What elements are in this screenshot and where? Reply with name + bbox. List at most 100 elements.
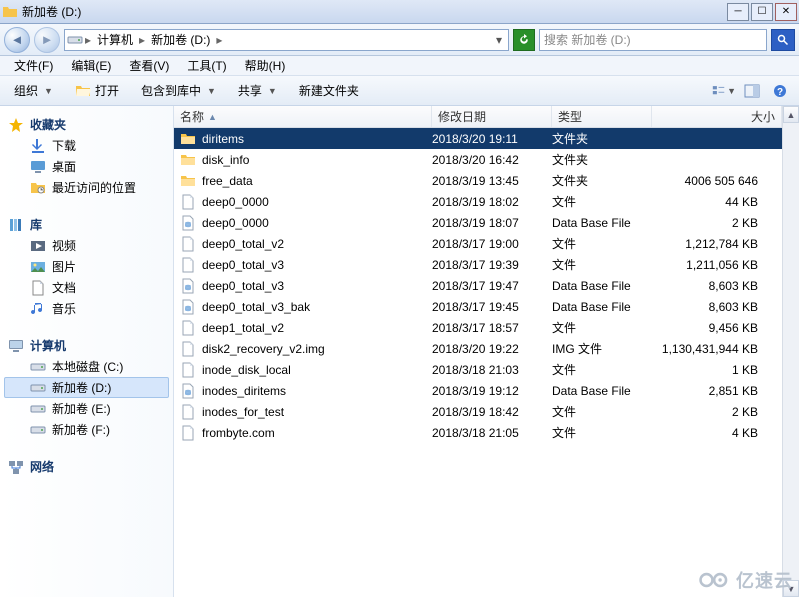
menu-bar: 文件(F) 编辑(E) 查看(V) 工具(T) 帮助(H) — [0, 56, 799, 76]
table-row[interactable]: deep0_00002018/3/19 18:02文件44 KB — [174, 191, 782, 212]
menu-file[interactable]: 文件(F) — [6, 55, 61, 76]
file-date: 2018/3/19 18:42 — [432, 405, 552, 419]
network-group[interactable]: 网络 — [4, 456, 169, 477]
vertical-scrollbar[interactable]: ▲ — [782, 106, 799, 128]
search-button[interactable] — [771, 29, 795, 51]
star-icon — [8, 117, 24, 133]
sidebar-item-recent[interactable]: 最近访问的位置 — [4, 177, 169, 198]
file-type: 文件夹 — [552, 151, 652, 168]
chevron-right-icon[interactable]: ▸ — [137, 33, 147, 47]
open-button[interactable]: 打开 — [67, 79, 127, 102]
file-date: 2018/3/19 18:02 — [432, 195, 552, 209]
column-name[interactable]: 名称▲ — [174, 106, 432, 127]
file-name: inode_disk_local — [202, 363, 291, 377]
column-date[interactable]: 修改日期 — [432, 106, 552, 127]
libraries-group[interactable]: 库 — [4, 214, 169, 235]
maximize-button[interactable]: ☐ — [751, 3, 773, 21]
file-size: 1,212,784 KB — [652, 237, 782, 251]
column-headers: 名称▲ 修改日期 类型 大小 — [174, 106, 782, 128]
menu-help[interactable]: 帮助(H) — [237, 55, 294, 76]
table-row[interactable]: inode_disk_local2018/3/18 21:03文件1 KB — [174, 359, 782, 380]
file-name: deep0_0000 — [202, 195, 269, 209]
chevron-right-icon[interactable]: ▸ — [214, 33, 224, 47]
menu-view[interactable]: 查看(V) — [121, 55, 177, 76]
minimize-button[interactable]: ─ — [727, 3, 749, 21]
share-button[interactable]: 共享▼ — [230, 79, 285, 102]
back-button[interactable]: ◄ — [4, 27, 30, 53]
organize-button[interactable]: 组织▼ — [6, 79, 61, 102]
table-row[interactable]: deep0_total_v3_bak2018/3/17 19:45Data Ba… — [174, 296, 782, 317]
sidebar-item-downloads[interactable]: 下载 — [4, 135, 169, 156]
table-row[interactable]: diritems2018/3/20 19:11文件夹 — [174, 128, 782, 149]
table-row[interactable]: deep0_total_v32018/3/17 19:39文件1,211,056… — [174, 254, 782, 275]
table-row[interactable]: frombyte.com2018/3/18 21:05文件4 KB — [174, 422, 782, 443]
file-list-body[interactable]: diritems2018/3/20 19:11文件夹disk_info2018/… — [174, 128, 782, 597]
command-bar: 组织▼ 打开 包含到库中▼ 共享▼ 新建文件夹 ▼ ? — [0, 76, 799, 106]
search-input[interactable]: 搜索 新加卷 (D:) — [539, 29, 767, 51]
table-row[interactable]: free_data2018/3/19 13:45文件夹4006 505 646 — [174, 170, 782, 191]
chevron-right-icon[interactable]: ▸ — [83, 33, 93, 47]
favorites-group[interactable]: 收藏夹 — [4, 114, 169, 135]
address-dropdown[interactable]: ▾ — [492, 33, 506, 47]
sidebar-item-music[interactable]: 音乐 — [4, 298, 169, 319]
file-size: 1 KB — [652, 363, 782, 377]
window-titlebar: 新加卷 (D:) ─ ☐ ✕ — [0, 0, 799, 24]
sidebar-item-pictures[interactable]: 图片 — [4, 256, 169, 277]
file-size: 1,211,056 KB — [652, 258, 782, 272]
file-name: inodes_for_test — [202, 405, 284, 419]
file-date: 2018/3/17 19:47 — [432, 279, 552, 293]
sidebar-item-documents[interactable]: 文档 — [4, 277, 169, 298]
vertical-scrollbar-track[interactable]: ▼ — [782, 128, 799, 597]
table-row[interactable]: inodes_for_test2018/3/19 18:42文件2 KB — [174, 401, 782, 422]
file-date: 2018/3/20 19:22 — [432, 342, 552, 356]
breadcrumb-computer[interactable]: 计算机 — [93, 31, 137, 48]
file-size: 4 KB — [652, 426, 782, 440]
sidebar-item-newvol-e[interactable]: 新加卷 (E:) — [4, 398, 169, 419]
folder-icon — [2, 4, 18, 20]
include-library-button[interactable]: 包含到库中▼ — [133, 79, 224, 102]
pictures-icon — [30, 259, 46, 275]
menu-tools[interactable]: 工具(T) — [179, 55, 234, 76]
scroll-up-button[interactable]: ▲ — [783, 106, 799, 123]
table-row[interactable]: deep0_00002018/3/19 18:07Data Base File2… — [174, 212, 782, 233]
computer-group[interactable]: 计算机 — [4, 335, 169, 356]
breadcrumb-drive[interactable]: 新加卷 (D:) — [147, 31, 214, 48]
address-bar[interactable]: ▸ 计算机 ▸ 新加卷 (D:) ▸ ▾ — [64, 29, 509, 51]
table-row[interactable]: deep0_total_v3 2018/3/17 19:47Data Base F… — [174, 275, 782, 296]
file-type: 文件夹 — [552, 172, 652, 189]
table-row[interactable]: disk2_recovery_v2.img2018/3/20 19:22IMG … — [174, 338, 782, 359]
network-icon — [8, 459, 24, 475]
forward-button[interactable]: ► — [34, 27, 60, 53]
file-name: free_data — [202, 174, 253, 188]
refresh-button[interactable] — [513, 29, 535, 51]
sort-asc-icon: ▲ — [208, 112, 217, 122]
file-name: deep0_total_v3 — [202, 279, 284, 293]
sidebar-item-videos[interactable]: 视频 — [4, 235, 169, 256]
sidebar-item-newvol-f[interactable]: 新加卷 (F:) — [4, 419, 169, 440]
search-placeholder: 搜索 新加卷 (D:) — [544, 31, 631, 48]
sidebar-item-newvol-d[interactable]: 新加卷 (D:) — [4, 377, 169, 398]
table-row[interactable]: inodes_diritems2018/3/19 19:12Data Base … — [174, 380, 782, 401]
file-size: 44 KB — [652, 195, 782, 209]
view-options-button[interactable]: ▼ — [711, 80, 737, 102]
preview-pane-button[interactable] — [739, 80, 765, 102]
file-size: 2 KB — [652, 405, 782, 419]
table-row[interactable]: disk_info2018/3/20 16:42文件夹 — [174, 149, 782, 170]
file-name: frombyte.com — [202, 426, 275, 440]
scroll-down-button[interactable]: ▼ — [783, 580, 799, 597]
file-name: deep0_total_v2 — [202, 237, 284, 251]
sidebar-item-desktop[interactable]: 桌面 — [4, 156, 169, 177]
file-type: Data Base File — [552, 279, 652, 293]
table-row[interactable]: deep0_total_v22018/3/17 19:00文件1,212,784… — [174, 233, 782, 254]
column-type[interactable]: 类型 — [552, 106, 652, 127]
menu-edit[interactable]: 编辑(E) — [63, 55, 119, 76]
help-button[interactable]: ? — [767, 80, 793, 102]
drive-icon — [30, 359, 46, 375]
file-date: 2018/3/20 16:42 — [432, 153, 552, 167]
table-row[interactable]: deep1_total_v22018/3/17 18:57文件9,456 KB — [174, 317, 782, 338]
videos-icon — [30, 238, 46, 254]
close-button[interactable]: ✕ — [775, 3, 797, 21]
sidebar-item-localdisk-c[interactable]: 本地磁盘 (C:) — [4, 356, 169, 377]
column-size[interactable]: 大小 — [652, 106, 782, 127]
new-folder-button[interactable]: 新建文件夹 — [291, 79, 367, 102]
